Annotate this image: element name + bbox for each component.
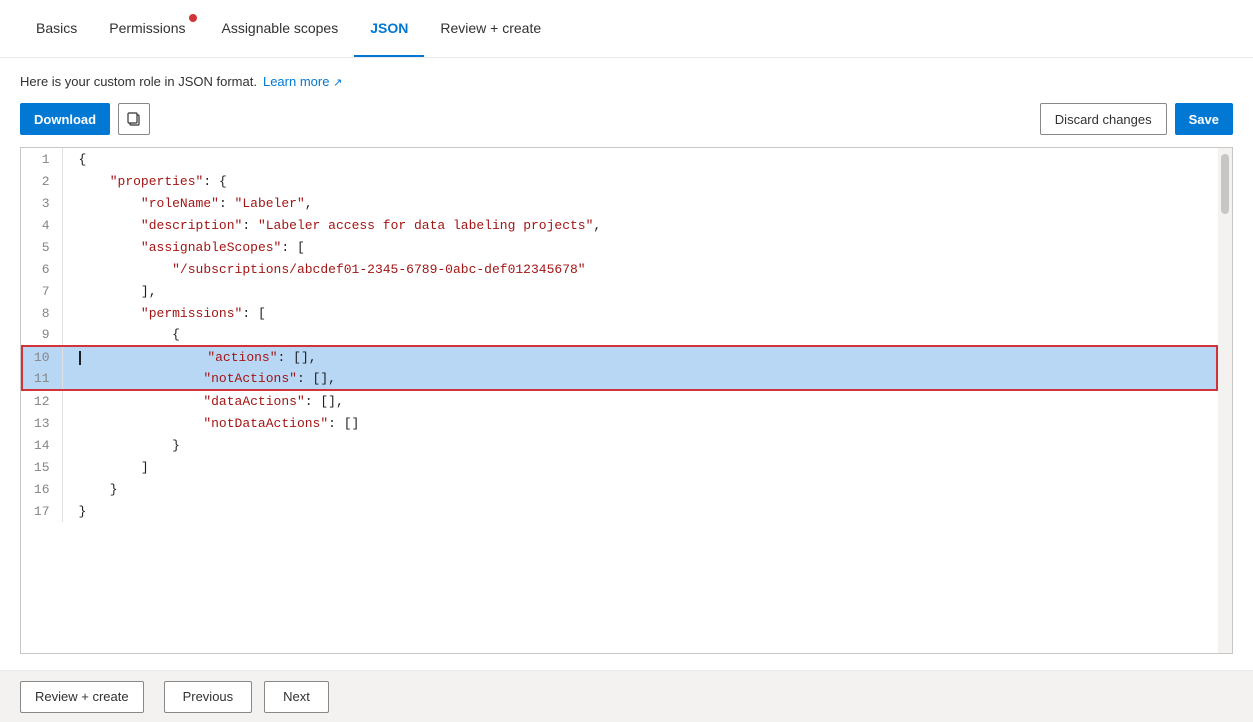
tab-json[interactable]: JSON xyxy=(354,0,424,57)
tab-permissions[interactable]: Permissions xyxy=(93,0,205,57)
line-number: 13 xyxy=(22,412,62,434)
table-row: 14 } xyxy=(22,434,1217,456)
permissions-dot xyxy=(189,14,197,22)
table-row: 1 { xyxy=(22,148,1217,170)
toolbar: Download Discard changes Save xyxy=(20,103,1233,135)
tab-assignable-scopes[interactable]: Assignable scopes xyxy=(205,0,354,57)
table-row: 8 "permissions": [ xyxy=(22,302,1217,324)
table-row: 9 { xyxy=(22,324,1217,346)
line-number: 11 xyxy=(22,368,62,390)
tab-json-label: JSON xyxy=(370,20,408,36)
tab-basics-label: Basics xyxy=(36,20,77,36)
line-content: "properties": { xyxy=(62,170,1217,192)
tab-bar: Basics Permissions Assignable scopes JSO… xyxy=(0,0,1253,58)
line-content: "actions": [], xyxy=(62,346,1217,368)
info-text: Here is your custom role in JSON format. xyxy=(20,74,257,89)
tab-review-create-label: Review + create xyxy=(440,20,541,36)
line-content: { xyxy=(62,324,1217,346)
table-row: 16 } xyxy=(22,478,1217,500)
tab-assignable-scopes-label: Assignable scopes xyxy=(221,20,338,36)
save-button[interactable]: Save xyxy=(1175,103,1233,135)
line-content: "assignableScopes": [ xyxy=(62,236,1217,258)
download-button[interactable]: Download xyxy=(20,103,110,135)
learn-more-link[interactable]: Learn more ↗ xyxy=(263,74,342,89)
info-bar: Here is your custom role in JSON format.… xyxy=(20,74,1233,89)
tab-basics[interactable]: Basics xyxy=(20,0,93,57)
copy-button[interactable] xyxy=(118,103,150,135)
copy-icon xyxy=(126,111,142,127)
line-number: 16 xyxy=(22,478,62,500)
table-row: 5 "assignableScopes": [ xyxy=(22,236,1217,258)
learn-more-label: Learn more xyxy=(263,74,329,89)
footer: Review + create Previous Next xyxy=(0,670,1253,722)
line-content: { xyxy=(62,148,1217,170)
line-content: "notActions": [], xyxy=(62,368,1217,390)
line-number: 15 xyxy=(22,456,62,478)
table-row: 13 "notDataActions": [] xyxy=(22,412,1217,434)
table-row: 15 ] xyxy=(22,456,1217,478)
code-table: 1 { 2 "properties": { 3 "roleName": "Lab… xyxy=(21,148,1218,522)
main-content: Here is your custom role in JSON format.… xyxy=(0,58,1253,670)
review-create-button[interactable]: Review + create xyxy=(20,681,144,713)
table-row: 12 "dataActions": [], xyxy=(22,390,1217,412)
line-number: 6 xyxy=(22,258,62,280)
scrollbar-thumb[interactable] xyxy=(1221,154,1229,214)
line-number: 12 xyxy=(22,390,62,412)
previous-button[interactable]: Previous xyxy=(164,681,253,713)
line-content: "description": "Labeler access for data … xyxy=(62,214,1217,236)
line-number: 10 xyxy=(22,346,62,368)
line-number: 4 xyxy=(22,214,62,236)
table-row-selected: 10 "actions": [], xyxy=(22,346,1217,368)
line-content: "notDataActions": [] xyxy=(62,412,1217,434)
code-scroll[interactable]: 1 { 2 "properties": { 3 "roleName": "Lab… xyxy=(21,148,1218,653)
table-row: 17 } xyxy=(22,500,1217,522)
line-content: ], xyxy=(62,280,1217,302)
line-content: } xyxy=(62,478,1217,500)
table-row: 4 "description": "Labeler access for dat… xyxy=(22,214,1217,236)
line-content: "dataActions": [], xyxy=(62,390,1217,412)
line-content: "roleName": "Labeler", xyxy=(62,192,1217,214)
table-row: 6 "/subscriptions/abcdef01-2345-6789-0ab… xyxy=(22,258,1217,280)
line-number: 9 xyxy=(22,324,62,346)
scrollbar[interactable] xyxy=(1218,148,1232,653)
next-button[interactable]: Next xyxy=(264,681,329,713)
line-number: 3 xyxy=(22,192,62,214)
table-row: 7 ], xyxy=(22,280,1217,302)
table-row: 3 "roleName": "Labeler", xyxy=(22,192,1217,214)
line-number: 14 xyxy=(22,434,62,456)
line-content: "/subscriptions/abcdef01-2345-6789-0abc-… xyxy=(62,258,1217,280)
external-link-icon: ↗ xyxy=(333,77,342,89)
line-number: 17 xyxy=(22,500,62,522)
line-content: } xyxy=(62,434,1217,456)
line-content: ] xyxy=(62,456,1217,478)
line-number: 8 xyxy=(22,302,62,324)
line-content: } xyxy=(62,500,1217,522)
tab-review-create[interactable]: Review + create xyxy=(424,0,557,57)
code-editor[interactable]: 1 { 2 "properties": { 3 "roleName": "Lab… xyxy=(20,147,1233,654)
discard-changes-button[interactable]: Discard changes xyxy=(1040,103,1167,135)
line-number: 5 xyxy=(22,236,62,258)
line-number: 1 xyxy=(22,148,62,170)
table-row: 2 "properties": { xyxy=(22,170,1217,192)
line-number: 2 xyxy=(22,170,62,192)
table-row-selected: 11 "notActions": [], xyxy=(22,368,1217,390)
tab-permissions-label: Permissions xyxy=(109,20,185,36)
line-content: "permissions": [ xyxy=(62,302,1217,324)
line-number: 7 xyxy=(22,280,62,302)
